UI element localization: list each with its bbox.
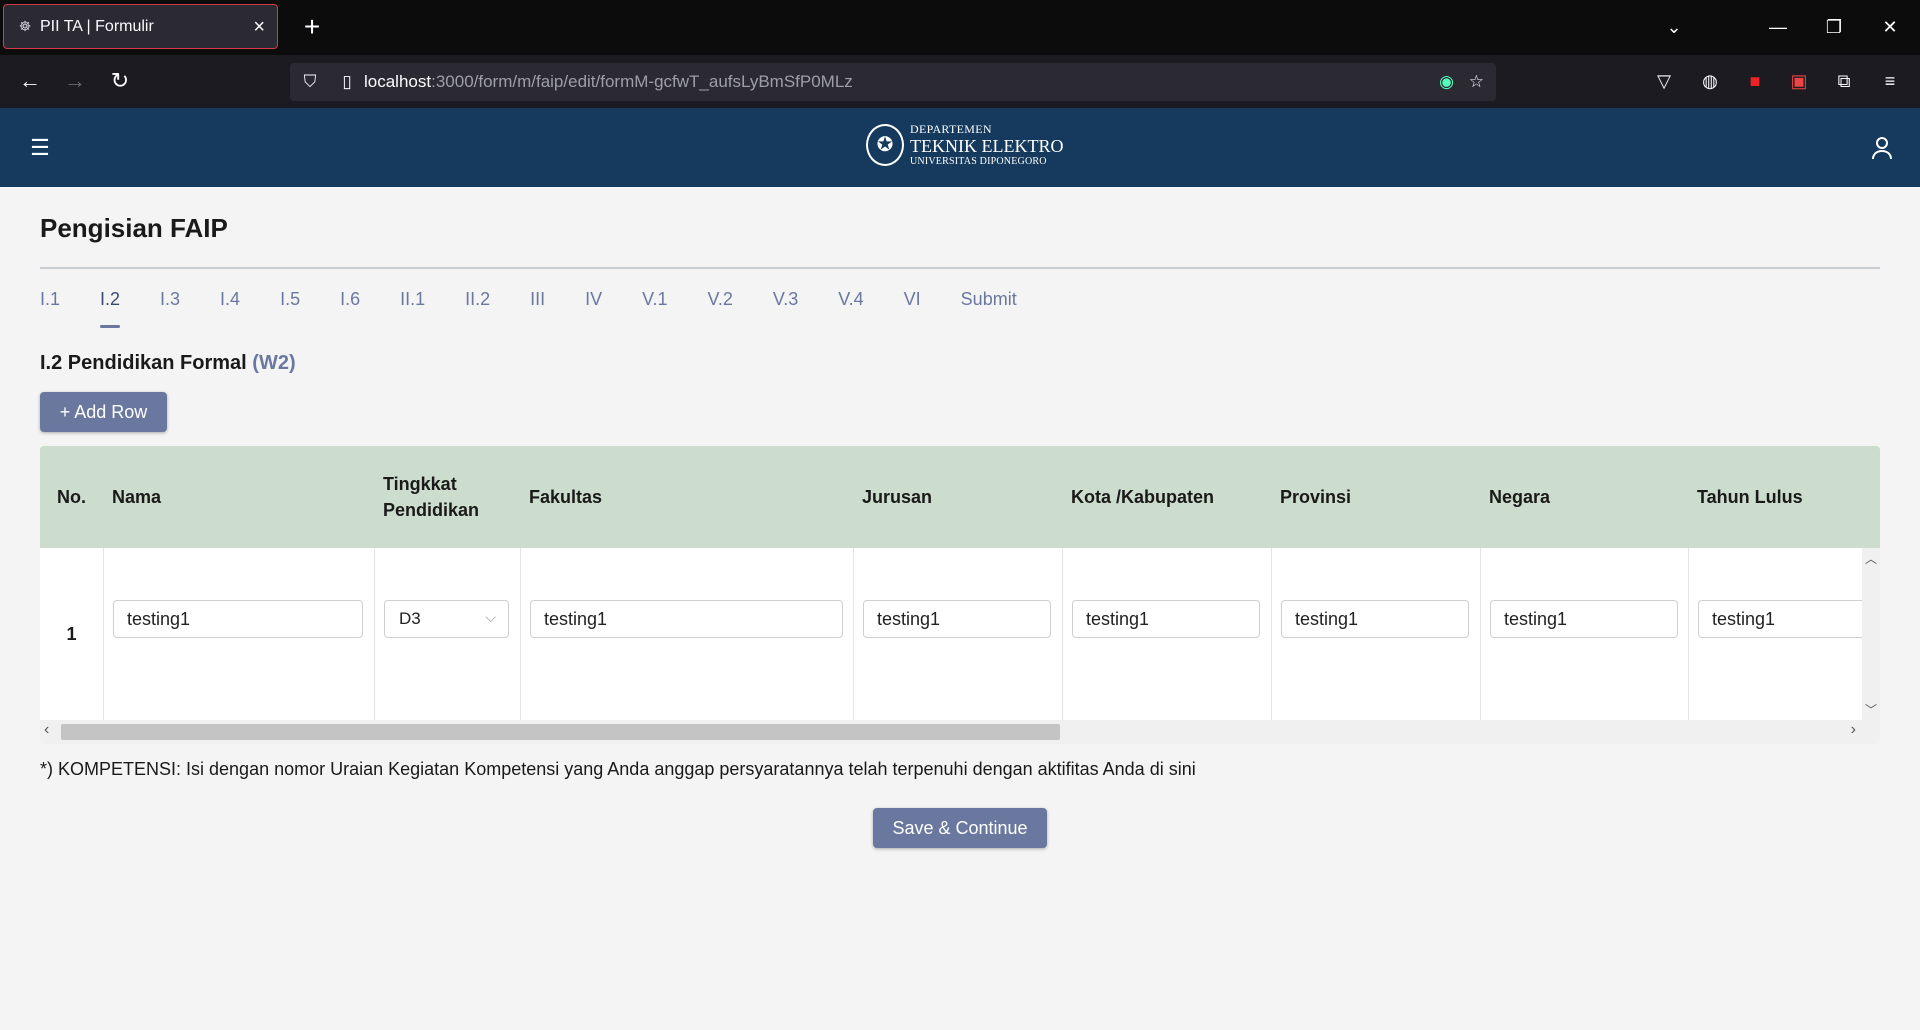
tab-V.4[interactable]: V.4 [838,287,863,323]
close-tab-icon[interactable]: × [253,17,265,37]
restore-icon[interactable]: ❐ [1806,0,1862,55]
tab-I.5[interactable]: I.5 [280,287,300,323]
kota-input[interactable]: testing1 [1072,600,1260,638]
logo-line-3: UNIVERSITAS DIPONEGORO [910,156,1047,167]
education-table: No. Nama Tingkkat Pendidikan Fakultas Ju… [40,446,1880,744]
col-jurusan: Jurusan [862,487,933,507]
shield-icon[interactable]: ⛉ [290,72,330,92]
new-tab-icon[interactable]: + [295,10,329,44]
row-number: 1 [66,623,77,644]
page-icon: ▯ [342,72,352,91]
horizontal-scrollbar[interactable]: ‹ › [40,720,1880,744]
tab-II.2[interactable]: II.2 [465,287,490,323]
address-bar[interactable]: ⛉ ▯ localhost:3000/form/m/faip/edit/form… [290,63,1496,101]
seal-icon: ✪ [866,123,904,166]
provinsi-input[interactable]: testing1 [1281,600,1469,638]
extensions-puzzle-icon[interactable]: ⧉ [1826,63,1862,99]
col-tingkat: Tingkkat Pendidikan [383,474,480,520]
tab-title: PII TA | Formulir [40,17,154,35]
tab-II.1[interactable]: II.1 [400,287,425,323]
scroll-thumb[interactable] [61,724,1060,740]
col-no: No. [57,487,86,507]
browser-tab[interactable]: ☸ PII TA | Formulir × [3,4,278,49]
col-tahun: Tahun Lulus [1697,487,1803,507]
tingkat-select[interactable]: D3 ⌵ [384,600,509,638]
browser-nav-bar: ← → ↻ ⛉ ▯ localhost:3000/form/m/faip/edi… [0,55,1920,108]
col-fakultas: Fakultas [529,487,603,507]
tracking-icon[interactable]: ◉ [1439,72,1454,92]
tab-IV[interactable]: IV [585,287,602,323]
tab-V.3[interactable]: V.3 [773,287,798,323]
account-icon[interactable]: ◍ [1692,63,1728,99]
bookmark-star-icon[interactable]: ☆ [1469,72,1484,92]
cell-fakultas: testing1 [520,548,853,720]
forward-icon[interactable]: → [57,63,93,99]
url-path: :3000/form/m/faip/edit/formM-gcfwT_aufsL… [431,72,853,91]
step-tabs: I.1 I.2 I.3 I.4 I.5 I.6 II.1 II.2 III IV… [40,287,1057,328]
section-badge: (W2) [252,352,296,374]
department-logo: ✪ DEPARTEMEN TEKNIK ELEKTRO UNIVERSITAS … [866,122,1063,167]
table-row: 1 testing1 D3 ⌵ testing1 testing1 testin… [40,548,1880,720]
reload-icon[interactable]: ↻ [102,63,138,99]
tingkat-value: D3 [399,609,421,628]
scroll-up-icon[interactable]: ︿ [1862,550,1880,567]
col-kota: Kota /Kabupaten [1071,487,1215,507]
col-provinsi: Provinsi [1280,487,1352,507]
tab-III[interactable]: III [530,287,545,323]
chevron-down-icon: ⌵ [485,609,496,625]
logo-line-1: DEPARTEMEN [910,122,992,136]
app-header: ☰ ✪ DEPARTEMEN TEKNIK ELEKTRO UNIVERSITA… [0,108,1920,187]
save-continue-button[interactable]: Save & Continue [873,808,1047,848]
cell-kota: testing1 [1062,548,1271,720]
cell-jurusan: testing1 [853,548,1062,720]
menu-icon[interactable]: ≡ [1872,63,1908,99]
competency-note: *) KOMPETENSI: Isi dengan nomor Uraian K… [40,759,1196,779]
section-title-text: I.2 Pendidikan Formal [40,352,247,374]
scroll-right-icon[interactable]: › [1851,721,1856,739]
col-negara: Negara [1489,487,1551,507]
tab-V.2[interactable]: V.2 [708,287,733,323]
negara-input[interactable]: testing1 [1490,600,1678,638]
tab-I.2[interactable]: I.2 [100,287,121,328]
jurusan-input[interactable]: testing1 [863,600,1051,638]
url-host: localhost [364,72,432,91]
scroll-left-icon[interactable]: ‹ [44,721,49,739]
tab-submit[interactable]: Submit [961,287,1017,323]
col-nama: Nama [112,487,162,507]
tab-I.6[interactable]: I.6 [340,287,360,323]
table-header: No. Nama Tingkkat Pendidikan Fakultas Ju… [40,446,1880,548]
cell-nama: testing1 [103,548,374,720]
tahun-input[interactable]: testing1 [1698,600,1880,638]
user-icon[interactable] [1868,134,1896,162]
cell-tingkat: D3 ⌵ [374,548,520,720]
favicon-icon: ☸ [18,18,32,34]
divider [40,267,1880,269]
page-title: Pengisian FAIP [40,213,228,243]
extension-lock-icon[interactable]: ■ [1737,63,1773,99]
tab-I.4[interactable]: I.4 [220,287,240,323]
section-title: I.2 Pendidikan Formal (W2) [40,352,296,375]
sidebar-toggle-icon[interactable]: ☰ [26,134,54,162]
nama-input[interactable]: testing1 [113,600,363,638]
logo-line-2: TEKNIK ELEKTRO [910,136,1064,156]
back-icon[interactable]: ← [12,63,48,99]
cell-negara: testing1 [1480,548,1688,720]
tab-I.1[interactable]: I.1 [40,287,60,323]
extension-icon[interactable]: ▣ [1781,63,1817,99]
cell-tahun: testing1 [1688,548,1880,720]
tab-list-icon[interactable]: ⌄ [1646,0,1702,55]
tab-VI[interactable]: VI [904,287,921,323]
minimize-icon[interactable]: — [1750,0,1806,55]
tab-V.1[interactable]: V.1 [642,287,667,323]
tab-I.3[interactable]: I.3 [160,287,180,323]
close-window-icon[interactable]: ✕ [1862,0,1918,55]
cell-provinsi: testing1 [1271,548,1480,720]
fakultas-input[interactable]: testing1 [530,600,843,638]
scroll-down-icon[interactable]: ﹀ [1862,701,1880,718]
browser-tab-bar: ☸ PII TA | Formulir × + ⌄ — ❐ ✕ [0,0,1920,55]
vertical-scrollbar[interactable]: ︿ ﹀ [1862,548,1880,720]
add-row-button[interactable]: + Add Row [40,392,167,432]
pocket-icon[interactable]: ▽ [1646,63,1682,99]
